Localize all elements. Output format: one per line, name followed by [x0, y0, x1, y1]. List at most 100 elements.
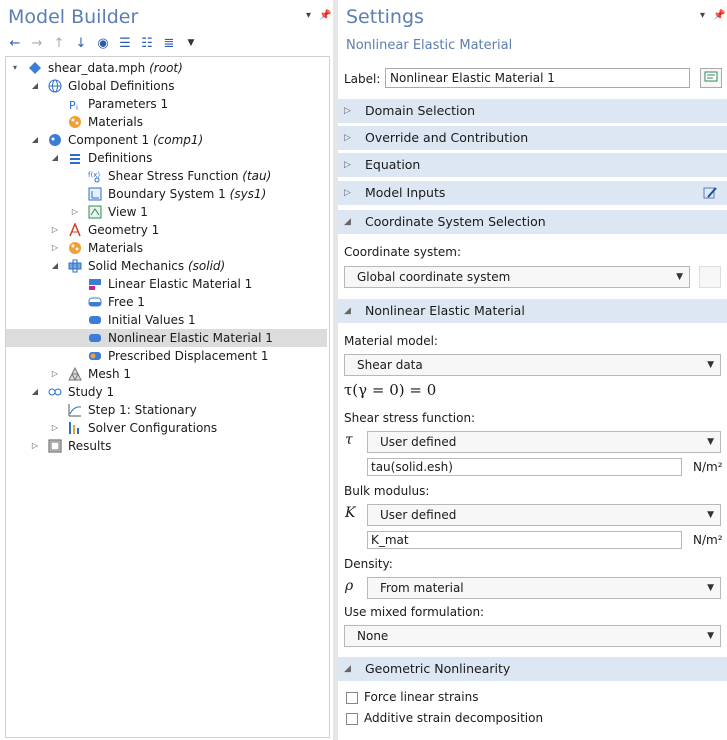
force-linear-strains-checkbox[interactable] — [346, 692, 358, 704]
collapse-triangle-icon[interactable]: ◢ — [30, 77, 40, 95]
dropdown-arrow-icon: ▼ — [707, 437, 714, 447]
model-tree: ▾ shear_data.mph (root) ◢ Global Definition… — [5, 56, 330, 738]
dropdown-arrow-icon: ▼ — [707, 583, 714, 593]
shear-stress-expression-input[interactable]: tau(solid.esh) — [367, 458, 682, 476]
solver-icon — [68, 421, 82, 435]
nonlinear-elastic-icon — [88, 331, 102, 345]
menu-chevron-icon[interactable]: ▾ — [700, 10, 705, 21]
section-domain-selection[interactable]: ▷ Domain Selection — [338, 99, 727, 123]
comment-icon — [704, 71, 718, 82]
tree-item-label: Materials — [88, 115, 144, 129]
list-menu-icon[interactable]: ≣ — [160, 34, 178, 52]
material-model-combo[interactable]: Shear data ▼ — [344, 354, 721, 376]
expand-all-icon[interactable]: ☰ — [116, 34, 134, 52]
pin-icon[interactable]: 📌 — [713, 10, 725, 21]
expand-triangle-icon[interactable]: ▷ — [50, 239, 60, 257]
tree-item-label: Global Definitions — [68, 79, 175, 93]
svg-text:P: P — [69, 99, 76, 111]
tree-item[interactable]: ▷ Geometry 1 — [6, 221, 327, 239]
tree-item[interactable]: f(x) Shear Stress Function (tau) — [6, 167, 327, 185]
section-equation[interactable]: ▷ Equation — [338, 153, 727, 177]
expand-triangle-icon[interactable]: ▷ — [50, 365, 60, 383]
study-icon — [48, 385, 62, 399]
model-builder-toolbar: ← → ↑ ↓ ◉ ☰ ☷ ≣ ▼ — [6, 34, 200, 52]
section-nonlinear-elastic-material[interactable]: ◢ Nonlinear Elastic Material — [338, 299, 727, 323]
coordinate-system-combo[interactable]: Global coordinate system ▼ — [344, 266, 690, 288]
tree-item[interactable]: Boundary System 1 (sys1) — [6, 185, 327, 203]
expand-triangle-icon[interactable]: ▷ — [50, 221, 60, 239]
function-icon: f(x) — [88, 169, 102, 183]
tree-item[interactable]: ▷ Mesh 1 — [6, 365, 327, 383]
section-coordinate-system-selection[interactable]: ◢ Coordinate System Selection — [338, 210, 727, 234]
chevron-right-icon: ▷ — [344, 106, 351, 116]
coordinate-system-go-button[interactable] — [699, 266, 721, 288]
tree-item[interactable]: ◢ Definitions — [6, 149, 327, 167]
collapse-triangle-icon[interactable]: ◢ — [30, 383, 40, 401]
collapse-triangle-icon[interactable]: ◢ — [50, 149, 60, 167]
expand-triangle-icon[interactable]: ▷ — [30, 437, 40, 455]
tree-item[interactable]: ◢ Solid Mechanics (solid) — [6, 257, 327, 275]
expand-triangle-icon[interactable]: ▷ — [50, 419, 60, 437]
expand-triangle-icon[interactable]: ▷ — [70, 203, 80, 221]
down-arrow-icon[interactable]: ↓ — [72, 34, 90, 52]
label-input[interactable]: Nonlinear Elastic Material 1 — [385, 68, 690, 88]
up-arrow-icon[interactable]: ↑ — [50, 34, 68, 52]
additive-strain-checkbox[interactable] — [346, 713, 358, 725]
dropdown-arrow-icon: ▼ — [676, 272, 683, 282]
tree-item[interactable]: ▷ View 1 — [6, 203, 327, 221]
settings-panel: Settings ▾ 📌 Nonlinear Elastic Material … — [338, 0, 727, 740]
edit-model-inputs-icon[interactable] — [702, 185, 718, 201]
pin-icon[interactable]: 📌 — [319, 10, 331, 21]
material-model-label: Material model: — [344, 334, 438, 348]
collapse-all-icon[interactable]: ☷ — [138, 34, 156, 52]
tree-item[interactable]: ▾ shear_data.mph (root) — [6, 59, 327, 77]
tree-item[interactable]: Initial Values 1 — [6, 311, 327, 329]
definitions-icon — [68, 151, 82, 165]
materials-icon — [68, 115, 82, 129]
prescribed-displacement-icon — [88, 349, 102, 363]
tree-item[interactable]: ◢ Study 1 — [6, 383, 327, 401]
tree-item[interactable]: Materials — [6, 113, 327, 131]
section-model-inputs[interactable]: ▷ Model Inputs — [338, 181, 727, 205]
tree-item[interactable]: Free 1 — [6, 293, 327, 311]
tree-item-label: Linear Elastic Material 1 — [108, 277, 253, 291]
tree-item-label: Solid Mechanics (solid) — [88, 259, 226, 273]
tree-item[interactable]: ◢ Component 1 (comp1) — [6, 131, 327, 149]
tree-item[interactable]: Pi Parameters 1 — [6, 95, 327, 113]
tree-item[interactable]: Nonlinear Elastic Material 1 — [6, 329, 327, 347]
collapse-triangle-icon[interactable]: ▾ — [10, 59, 20, 77]
section-geometric-nonlinearity[interactable]: ◢ Geometric Nonlinearity — [338, 657, 727, 681]
dropdown-chevron-icon[interactable]: ▼ — [182, 34, 200, 52]
tree-item[interactable]: ◢ Global Definitions — [6, 77, 327, 95]
collapse-triangle-icon[interactable]: ◢ — [30, 131, 40, 149]
bulk-modulus-combo[interactable]: User defined ▼ — [367, 504, 721, 526]
label-comment-button[interactable] — [700, 68, 722, 88]
menu-chevron-icon[interactable]: ▾ — [306, 10, 311, 21]
section-override-contribution[interactable]: ▷ Override and Contribution — [338, 126, 727, 150]
tree-item[interactable]: ▷ Solver Configurations — [6, 419, 327, 437]
collapse-triangle-icon[interactable]: ◢ — [50, 257, 60, 275]
free-icon — [88, 295, 102, 309]
label-row: Label: Nonlinear Elastic Material 1 — [344, 68, 722, 90]
tree-item[interactable]: ▷ Materials — [6, 239, 327, 257]
component-icon — [48, 133, 62, 147]
tree-item[interactable]: Linear Elastic Material 1 — [6, 275, 327, 293]
tree-item[interactable]: Prescribed Displacement 1 — [6, 347, 327, 365]
tree-item-label: Parameters 1 — [88, 97, 169, 111]
show-icon[interactable]: ◉ — [94, 34, 112, 52]
bulk-modulus-expression-input[interactable]: K_mat — [367, 531, 682, 549]
tree-item[interactable]: Step 1: Stationary — [6, 401, 327, 419]
tree-item-label: Shear Stress Function (tau) — [108, 169, 272, 183]
back-arrow-icon[interactable]: ← — [6, 34, 24, 52]
tree-item[interactable]: ▷ Results — [6, 437, 327, 455]
dropdown-arrow-icon: ▼ — [707, 631, 714, 641]
shear-stress-combo[interactable]: User defined ▼ — [367, 431, 721, 453]
tree-item-label: Boundary System 1 (sys1) — [108, 187, 267, 201]
density-combo[interactable]: From material ▼ — [367, 577, 721, 599]
bulk-symbol: K — [345, 505, 356, 521]
forward-arrow-icon[interactable]: → — [28, 34, 46, 52]
mixed-formulation-combo[interactable]: None ▼ — [344, 625, 721, 647]
